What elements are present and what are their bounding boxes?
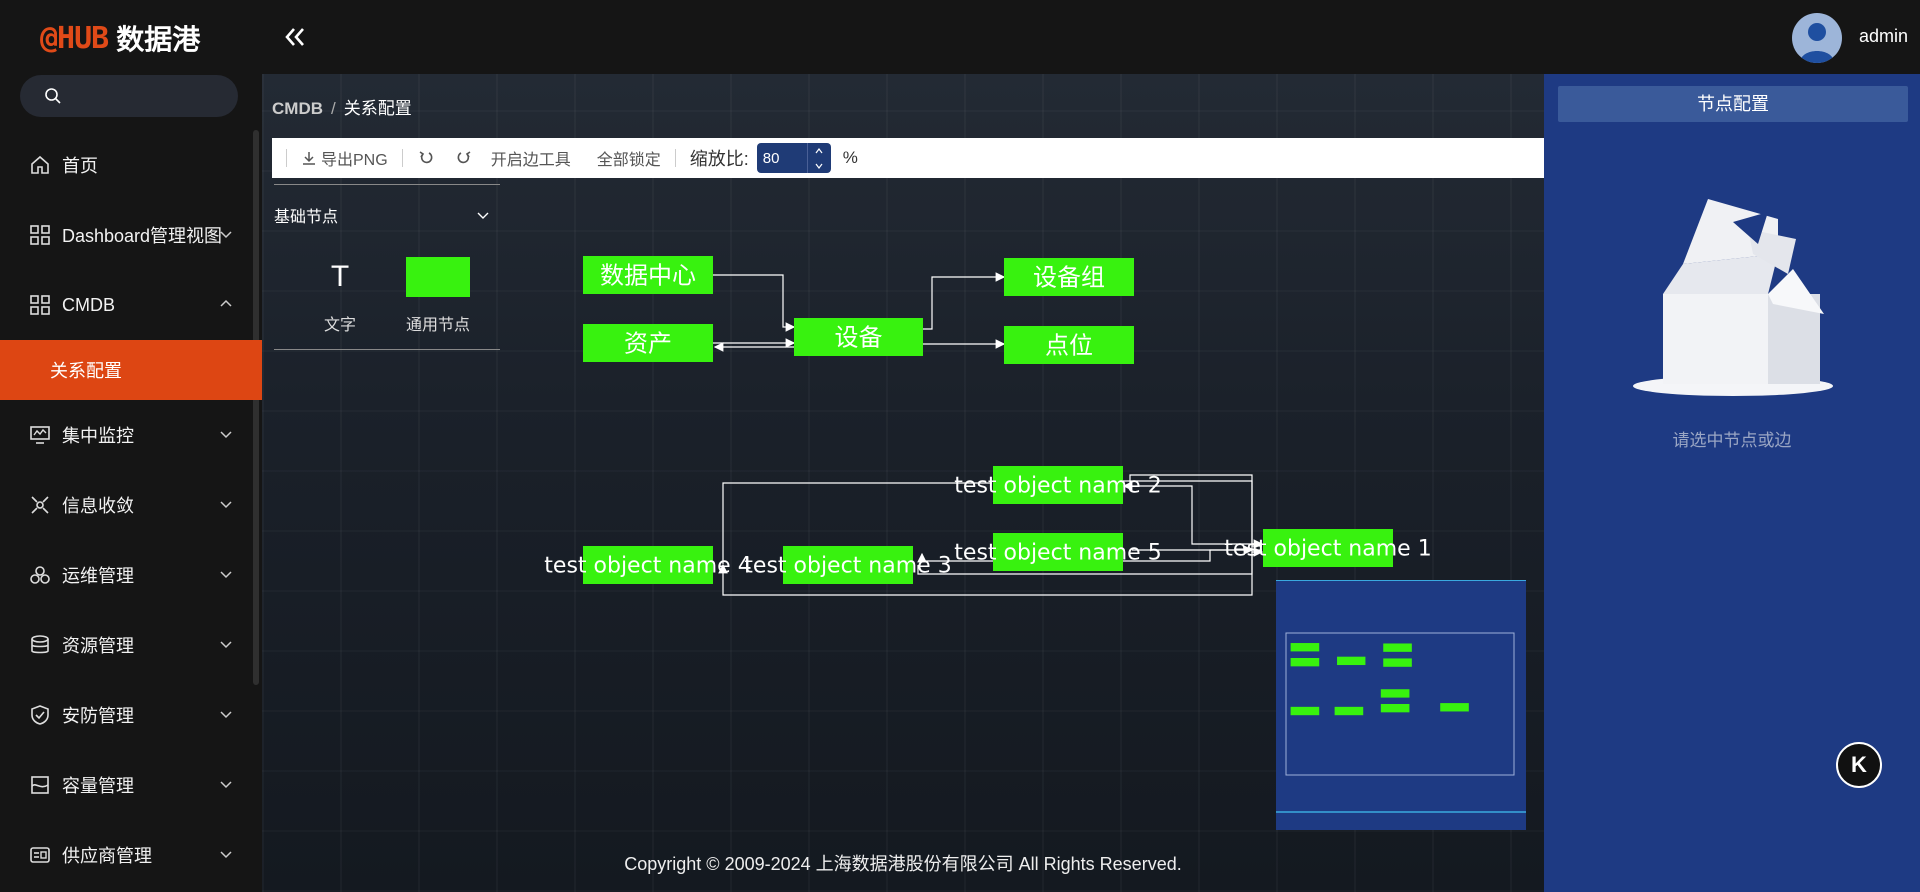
minimap-node [1290, 643, 1320, 652]
chevron-down-icon [220, 431, 232, 439]
empty-box-icon [1633, 199, 1833, 396]
database-icon [28, 633, 52, 657]
search-box[interactable] [20, 75, 238, 117]
graph-node-label: 点位 [1045, 331, 1093, 359]
chevron-down-icon [220, 641, 232, 649]
logo-text: 数据港 [116, 23, 201, 56]
graph-node-label: test object name 2 [954, 474, 1161, 499]
minimap-node [1440, 703, 1469, 712]
sidebar-item-info-convergence[interactable]: 信息收敛 [0, 470, 262, 540]
graph-nodes: 数据中心资产 设备 设备组点位 test object name 2 test obje… [544, 256, 1432, 584]
chevron-down-icon [220, 851, 232, 859]
graph-edge[interactable] [713, 274, 796, 332]
sidebar-subitem-label: 关系配置 [50, 361, 122, 381]
sidebar-item-label: 信息收敛 [62, 496, 134, 516]
shield-icon [28, 703, 52, 727]
sidebar-menu: 首页 Dashboard管理视图 CMDB 关系配置 集中监控 信息收敛 运维管… [0, 130, 262, 890]
sidebar-item-label: Dashboard管理视图 [62, 226, 223, 246]
sidebar-item-label: 运维管理 [62, 566, 134, 586]
sidebar-item-label: 集中监控 [62, 426, 134, 446]
supplier-icon [28, 843, 52, 867]
sidebar-item-resources[interactable]: 资源管理 [0, 610, 262, 680]
sidebar-item-label: 安防管理 [62, 706, 134, 726]
sidebar-item-ops[interactable]: 运维管理 [0, 540, 262, 610]
assistant-button[interactable]: K [1836, 742, 1882, 788]
username[interactable]: admin [1859, 26, 1908, 47]
sidebar-item-home[interactable]: 首页 [0, 130, 262, 200]
panel-title: 节点配置 [1558, 86, 1908, 122]
chevron-down-icon [220, 501, 232, 509]
sidebar-subitem-relation-config[interactable]: 关系配置 [0, 340, 262, 400]
sidebar-item-monitoring[interactable]: 集中监控 [0, 400, 262, 470]
sidebar-item-label: 供应商管理 [62, 846, 152, 866]
chevron-down-icon [220, 781, 232, 789]
empty-hint: 请选中节点或边 [1672, 431, 1792, 450]
graph-edge[interactable] [923, 272, 1006, 330]
grid-icon [28, 293, 52, 317]
minimap-node [1383, 643, 1412, 652]
home-icon [28, 153, 52, 177]
graph-node-label: 设备组 [1033, 263, 1105, 291]
minimap-node [1380, 689, 1410, 698]
graph-node-label: 资产 [624, 329, 672, 357]
main-canvas-area: CMDB/关系配置 导出PNG 开启边工具 全部锁定 缩放比: % 基础节点 [262, 74, 1544, 892]
avatar[interactable] [1792, 13, 1842, 63]
sidebar-item-capacity[interactable]: 容量管理 [0, 750, 262, 820]
minimap-node [1290, 658, 1320, 667]
chevron-down-icon [220, 231, 232, 239]
copyright-footer: Copyright © 2009-2024 上海数据港股份有限公司 All Ri… [624, 854, 1182, 874]
grid-icon [28, 223, 52, 247]
collapse-sidebar-icon[interactable] [282, 24, 308, 50]
chevron-down-icon [220, 571, 232, 579]
chevron-up-icon [220, 299, 232, 307]
minimap-node [1334, 706, 1364, 716]
top-header: admin [262, 0, 1920, 74]
converge-icon [28, 493, 52, 517]
sidebar-item-label: CMDB [62, 294, 115, 315]
sidebar-item-label: 资源管理 [62, 636, 134, 656]
graph-minimap[interactable] [1276, 580, 1526, 830]
minimap-node [1290, 706, 1320, 716]
graph-node-label: test object name 4 [544, 554, 751, 579]
chevron-down-icon [220, 711, 232, 719]
sidebar-item-label: 首页 [62, 156, 98, 176]
search-input[interactable] [70, 87, 230, 105]
minimap-canvas [1276, 632, 1526, 813]
ops-icon [28, 563, 52, 587]
graph-node-label: test object name 5 [954, 541, 1161, 566]
sidebar-item-label: 容量管理 [62, 776, 134, 796]
minimap-nodes [1290, 643, 1469, 716]
capacity-icon [28, 773, 52, 797]
graph-node-label: test object name 1 [1224, 537, 1431, 562]
logo[interactable]: @HUB 数据港 [40, 18, 200, 58]
graph-node-label: test object name 3 [744, 554, 951, 579]
logo-mark: @HUB [40, 20, 109, 56]
user-icon [1800, 23, 1834, 63]
minimap-node [1337, 656, 1366, 666]
sidebar-item-cmdb[interactable]: CMDB [0, 270, 262, 340]
sidebar-item-security[interactable]: 安防管理 [0, 680, 262, 750]
sidebar-item-dashboard[interactable]: Dashboard管理视图 [0, 200, 262, 270]
sidebar: @HUB 数据港 首页 Dashboard管理视图 CMDB 关系配置 集中监控 [0, 0, 262, 892]
graph-node-label: 数据中心 [600, 261, 696, 289]
graph-node-label: 设备 [835, 323, 883, 351]
minimap-node [1380, 703, 1410, 713]
monitor-icon [28, 423, 52, 447]
sidebar-item-suppliers[interactable]: 供应商管理 [0, 820, 262, 890]
search-icon [45, 88, 61, 104]
minimap-node [1383, 658, 1412, 667]
